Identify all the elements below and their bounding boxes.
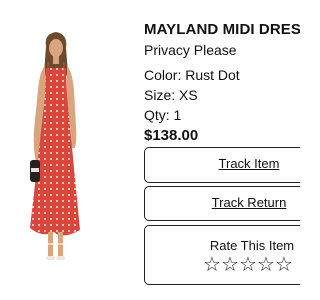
star-rating: ☆☆☆☆☆ bbox=[145, 254, 300, 276]
product-brand: Privacy Please bbox=[144, 42, 237, 58]
rate-item-label: Rate This Item bbox=[209, 238, 295, 253]
dress-model-photo bbox=[30, 32, 80, 260]
product-color: Color: Rust Dot bbox=[144, 67, 240, 83]
product-size: Size: XS bbox=[144, 87, 198, 103]
product-qty: Qty: 1 bbox=[144, 107, 182, 123]
track-item-box[interactable]: Track Item bbox=[144, 147, 300, 183]
track-return-box[interactable]: Track Return bbox=[144, 186, 300, 221]
star-2-icon[interactable]: ☆ bbox=[221, 254, 239, 276]
star-4-icon[interactable]: ☆ bbox=[257, 254, 275, 276]
rate-item-box: Rate This Item ☆☆☆☆☆ bbox=[144, 225, 300, 285]
product-image[interactable] bbox=[0, 0, 112, 300]
star-5-icon[interactable]: ☆ bbox=[275, 254, 293, 276]
track-return-link[interactable]: Track Return bbox=[145, 187, 300, 219]
star-1-icon[interactable]: ☆ bbox=[203, 254, 221, 276]
order-item-page: MAYLAND MIDI DRESS Privacy Please Color:… bbox=[0, 0, 300, 300]
product-title: MAYLAND MIDI DRESS bbox=[144, 21, 300, 38]
product-info: MAYLAND MIDI DRESS Privacy Please Color:… bbox=[144, 20, 300, 146]
star-3-icon[interactable]: ☆ bbox=[239, 254, 257, 276]
product-price: $138.00 bbox=[144, 127, 199, 144]
track-item-link[interactable]: Track Item bbox=[145, 148, 300, 180]
